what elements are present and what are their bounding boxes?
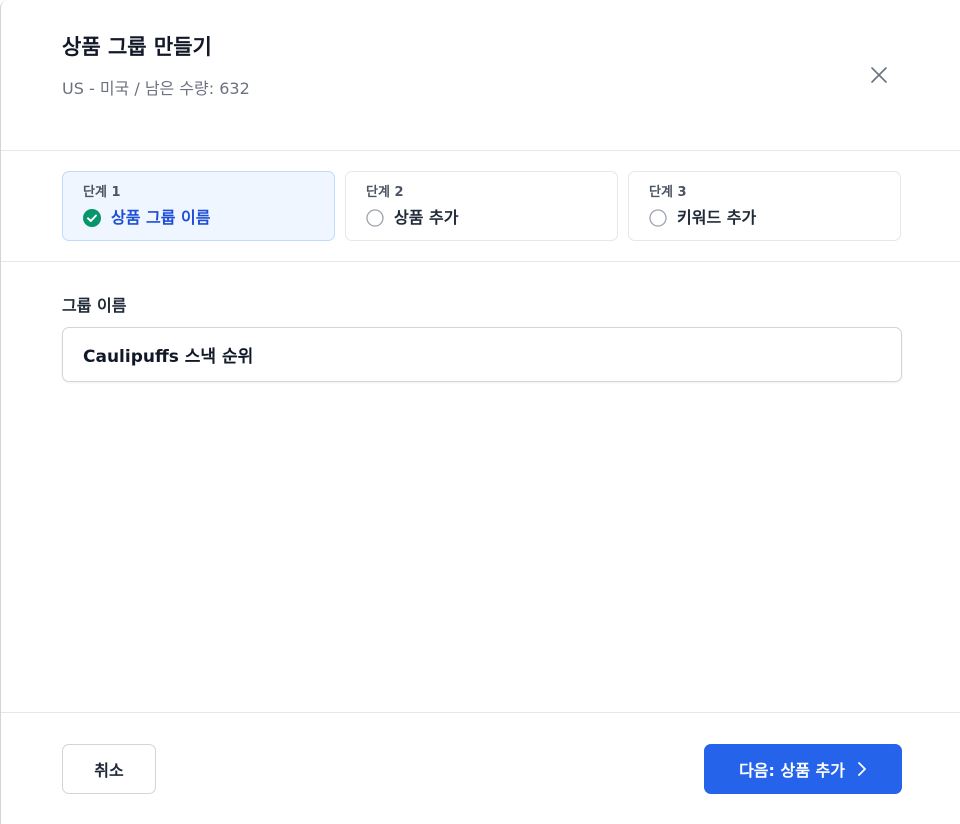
close-button[interactable] <box>863 59 895 91</box>
step-label: 키워드 추가 <box>677 208 757 227</box>
empty-circle-icon <box>649 209 667 227</box>
step-3-add-keywords[interactable]: 단계 3 키워드 추가 <box>628 171 901 241</box>
dialog-header: 상품 그룹 만들기 US - 미국 / 남은 수량: 632 <box>1 0 960 151</box>
step-number: 단계 2 <box>366 185 404 200</box>
step-2-add-products[interactable]: 단계 2 상품 추가 <box>345 171 618 241</box>
step-1-group-name[interactable]: 단계 1 상품 그룹 이름 <box>62 171 335 241</box>
dialog-footer: 취소 다음: 상품 추가 <box>1 712 960 824</box>
step-number: 단계 1 <box>83 185 121 200</box>
empty-circle-icon <box>366 209 384 227</box>
check-circle-icon <box>83 209 101 227</box>
group-name-input[interactable] <box>62 327 902 382</box>
cancel-button[interactable]: 취소 <box>62 744 156 794</box>
dialog-title: 상품 그룹 만들기 <box>62 35 212 59</box>
step-label: 상품 추가 <box>394 208 459 227</box>
group-name-label: 그룹 이름 <box>62 296 127 315</box>
dialog-subtitle: US - 미국 / 남은 수량: 632 <box>62 79 250 98</box>
close-icon <box>871 67 887 83</box>
next-add-products-button[interactable]: 다음: 상품 추가 <box>704 744 902 794</box>
step-number: 단계 3 <box>649 185 687 200</box>
chevron-right-icon <box>858 762 866 776</box>
create-product-group-dialog: 상품 그룹 만들기 US - 미국 / 남은 수량: 632 단계 1 상품 그… <box>0 0 960 824</box>
next-button-label: 다음: 상품 추가 <box>739 761 845 780</box>
step-label: 상품 그룹 이름 <box>111 208 211 227</box>
stepper: 단계 1 상품 그룹 이름 단계 2 상품 추가 단계 3 키워드 추가 <box>1 151 960 262</box>
